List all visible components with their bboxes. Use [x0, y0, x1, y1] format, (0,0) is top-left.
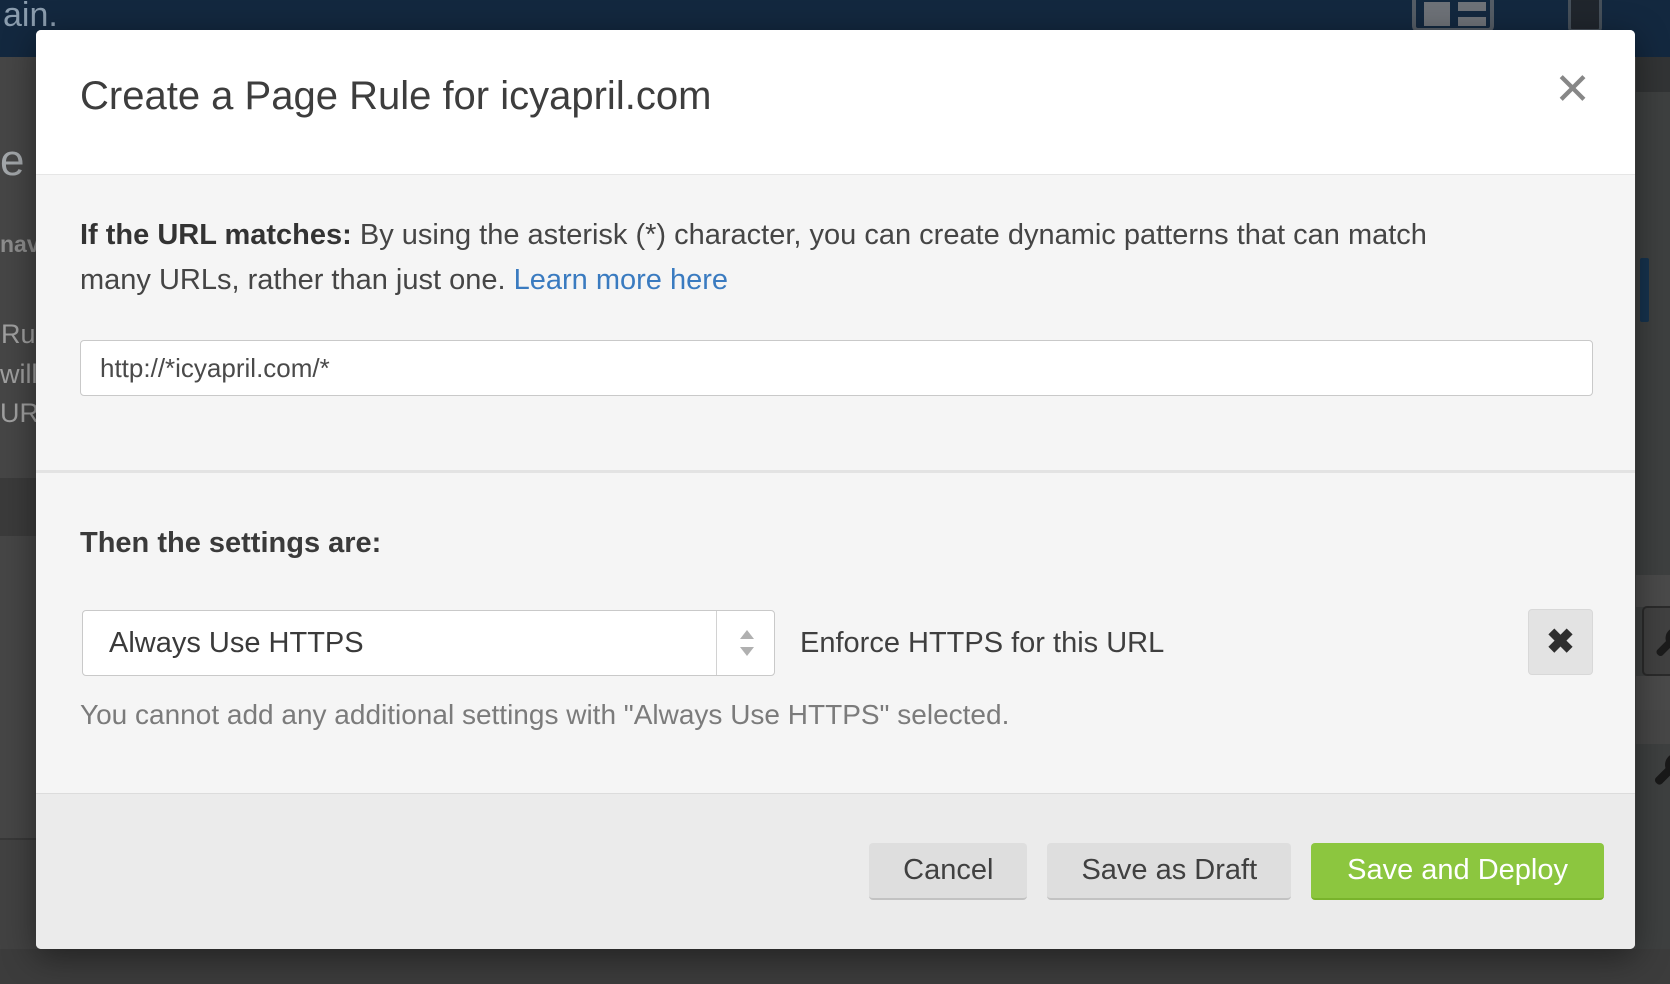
- chevron-down-icon: [740, 647, 754, 656]
- save-as-draft-button[interactable]: Save as Draft: [1047, 843, 1291, 900]
- background-text-fragment: Ru: [1, 319, 36, 350]
- background-text-fragment: e: [0, 136, 24, 186]
- background-right-strip: [1636, 57, 1670, 984]
- background-text-fragment: will: [0, 359, 38, 390]
- setting-note: You cannot add any additional settings w…: [80, 699, 1009, 731]
- page-rule-dialog-screen: ain. e nav Ru will UR Create a Page Rule…: [0, 0, 1670, 984]
- setting-select-value: Always Use HTTPS: [109, 611, 364, 675]
- wrench-icon: [1650, 748, 1670, 788]
- remove-setting-button[interactable]: ✖: [1528, 609, 1593, 675]
- section-divider: [36, 470, 1635, 473]
- learn-more-link[interactable]: Learn more here: [514, 264, 728, 296]
- setting-select[interactable]: Always Use HTTPS: [82, 610, 775, 676]
- background-bottom-strip: [0, 949, 1670, 984]
- background-text-fragment: nav: [0, 231, 40, 258]
- cancel-button[interactable]: Cancel: [869, 843, 1027, 900]
- create-page-rule-modal: Create a Page Rule for icyapril.com ✕ If…: [36, 30, 1635, 949]
- background-right-band: [1636, 575, 1670, 607]
- setting-description: Enforce HTTPS for this URL: [800, 610, 1164, 676]
- modal-title: Create a Page Rule for icyapril.com: [80, 74, 711, 119]
- url-match-description: If the URL matches: By using the asteris…: [80, 213, 1492, 303]
- setting-row: Always Use HTTPS Enforce HTTPS for this …: [36, 610, 1635, 676]
- save-and-deploy-button[interactable]: Save and Deploy: [1311, 843, 1604, 900]
- layout-grid-icon: [1412, 0, 1494, 32]
- background-wrench-button: [1642, 606, 1670, 676]
- background-right-dark-band: [1636, 57, 1670, 92]
- url-match-label: If the URL matches:: [80, 219, 352, 251]
- select-spinner[interactable]: [716, 611, 774, 675]
- wrench-icon: [1652, 623, 1670, 659]
- close-icon[interactable]: ✕: [1554, 68, 1591, 112]
- modal-footer: Cancel Save as Draft Save and Deploy: [36, 793, 1635, 949]
- background-table-header-band: [0, 478, 36, 536]
- remove-icon: ✖: [1546, 623, 1575, 661]
- panel-icon: [1568, 0, 1602, 32]
- background-blue-button-edge: [1640, 258, 1649, 322]
- chevron-up-icon: [740, 630, 754, 639]
- modal-header: Create a Page Rule for icyapril.com ✕: [36, 30, 1635, 175]
- url-pattern-input[interactable]: [80, 340, 1593, 396]
- background-text-fragment: UR: [0, 398, 39, 429]
- background-right-band: [1636, 676, 1670, 710]
- background-right-band: [1636, 710, 1670, 744]
- settings-heading: Then the settings are:: [80, 527, 381, 560]
